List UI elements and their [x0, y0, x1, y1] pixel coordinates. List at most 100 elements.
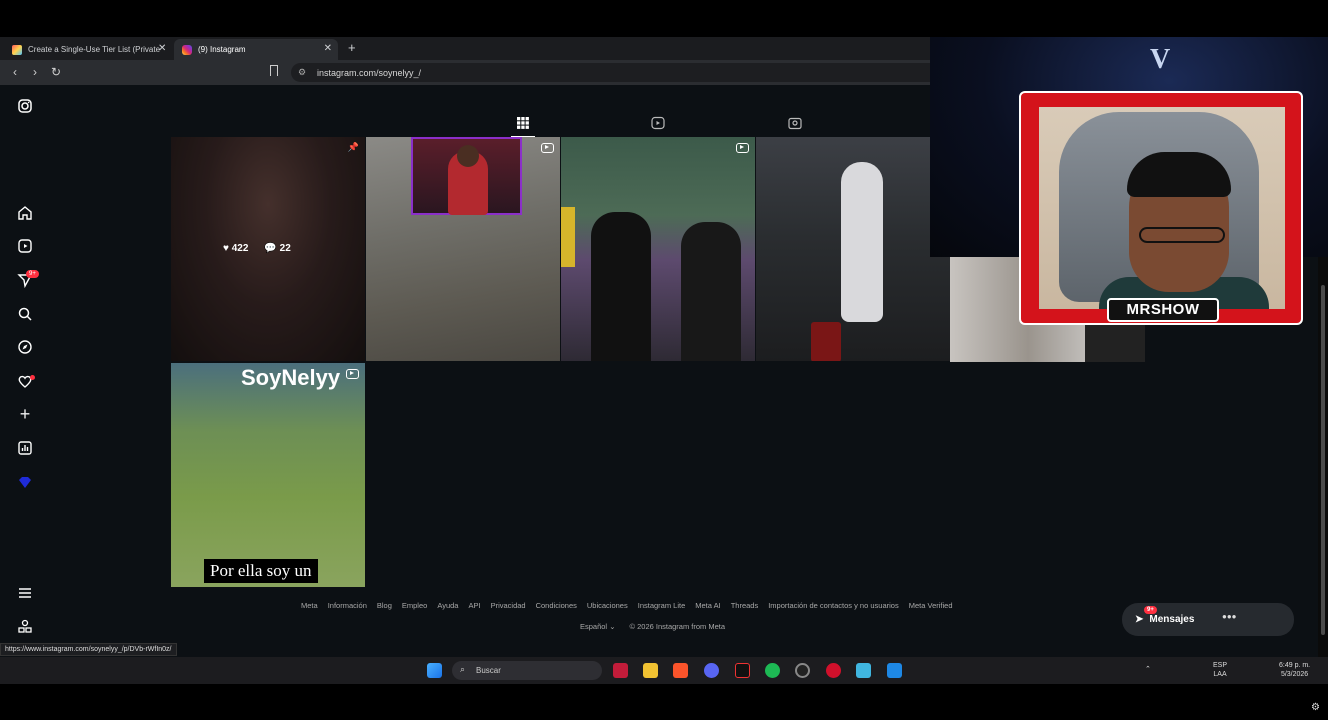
discord-icon[interactable]: [704, 663, 719, 678]
reload-icon[interactable]: ↻: [49, 65, 63, 79]
site-settings-icon[interactable]: ⚙: [298, 67, 306, 78]
footer-link[interactable]: Blog: [377, 601, 392, 610]
footer-link[interactable]: Threads: [731, 601, 759, 610]
notepad-icon[interactable]: [856, 663, 871, 678]
notification-dot: [30, 375, 35, 380]
new-tab-button[interactable]: +: [348, 40, 356, 55]
footer-link[interactable]: Meta: [301, 601, 318, 610]
tagged-tab-icon[interactable]: [788, 116, 802, 130]
webcam-frame: MRSHOW: [1019, 91, 1303, 325]
obs-icon[interactable]: [795, 663, 810, 678]
posts-grid-icon[interactable]: [511, 116, 535, 137]
address-bar[interactable]: ⚙ instagram.com/soynelyy_/: [291, 63, 930, 82]
taskbar-search[interactable]: ⌕ Buscar: [452, 661, 602, 680]
likes-count: ♥ 422: [223, 243, 249, 254]
footer-link[interactable]: Meta Verified: [909, 601, 953, 610]
tab-label: Create a Single-Use Tier List (Private: [28, 45, 161, 54]
direct-icon: ➤: [1135, 614, 1144, 625]
file-explorer-icon[interactable]: [643, 663, 658, 678]
dashboard-icon[interactable]: [17, 440, 33, 456]
footer-link[interactable]: Información: [328, 601, 367, 610]
webcam-feed: [1039, 107, 1285, 309]
footer-link[interactable]: Condiciones: [536, 601, 577, 610]
figure-shape: [681, 222, 741, 361]
comments-count: 💬 22: [264, 243, 291, 254]
streamer-cam-thumbnail: [411, 137, 522, 215]
tab-label: (9) Instagram: [198, 45, 246, 54]
menu-icon[interactable]: [17, 585, 33, 601]
copyright: © 2026 Instagram from Meta: [629, 622, 726, 631]
explore-icon[interactable]: [17, 339, 33, 355]
spotify-icon[interactable]: [765, 663, 780, 678]
footer-link[interactable]: Ubicaciones: [587, 601, 628, 610]
screen: Create a Single-Use Tier List (Private (…: [0, 0, 1328, 720]
search-icon: ⌕: [460, 664, 466, 674]
chevron-up-icon[interactable]: ⌃: [1145, 665, 1151, 674]
heart-icon: ♥: [223, 243, 229, 254]
clock[interactable]: 6:49 p. m. 5/3/2026: [1279, 661, 1310, 679]
close-tab-icon[interactable]: ✕: [158, 43, 166, 54]
create-icon[interactable]: +: [17, 405, 33, 423]
messages-button[interactable]: ➤ 9+ Mensajes ●●●: [1122, 603, 1294, 636]
direct-badge: 9+: [26, 270, 39, 278]
search-placeholder: Buscar: [476, 666, 501, 675]
profile-tabs: [171, 110, 930, 137]
post-6[interactable]: SoyNelyy Por ella soy un: [171, 363, 365, 587]
tier-list-favicon-icon: [12, 44, 22, 55]
message-avatars: ●●●: [1222, 612, 1237, 621]
pin-icon: 📌: [347, 142, 359, 152]
tab-tier-list[interactable]: Create a Single-Use Tier List (Private: [4, 39, 170, 60]
search-icon[interactable]: [17, 306, 33, 322]
footer-link[interactable]: Ayuda: [437, 601, 458, 610]
reel-icon: [346, 369, 359, 379]
footer-link[interactable]: Empleo: [402, 601, 427, 610]
reel-icon: [736, 143, 749, 153]
stream-logo: V: [1150, 44, 1171, 75]
post-1[interactable]: 📌 ♥ 422 💬 22: [171, 137, 365, 361]
post-3[interactable]: [561, 137, 755, 361]
chevron-down-icon: ⌄: [609, 622, 616, 631]
sidebar: 9+ +: [0, 85, 50, 657]
instagram-favicon-icon: [182, 44, 192, 55]
windows-start-icon[interactable]: [427, 663, 442, 678]
app-icon[interactable]: [735, 663, 750, 678]
messages-label: Mensajes: [1149, 614, 1195, 625]
head-shape: [457, 145, 479, 167]
browser-toolbar: ‹ › ↻ ⚙ instagram.com/soynelyy_/: [0, 60, 930, 85]
footer-link[interactable]: Importación de contactos y no usuarios: [768, 601, 899, 610]
more-icon[interactable]: [17, 618, 33, 634]
footer-link[interactable]: Meta AI: [695, 601, 720, 610]
profile-icon[interactable]: [17, 474, 33, 490]
scroll-thumb[interactable]: [1321, 285, 1325, 635]
suitcase-shape: [811, 322, 841, 361]
footer-links: Meta Información Blog Empleo Ayuda API P…: [301, 601, 953, 610]
close-tab-icon[interactable]: ✕: [324, 43, 332, 54]
footer-link[interactable]: Privacidad: [491, 601, 526, 610]
forward-icon[interactable]: ›: [28, 65, 42, 79]
footer-bottom: Español ⌄ © 2026 Instagram from Meta: [580, 622, 725, 631]
footer-link[interactable]: Instagram Lite: [638, 601, 686, 610]
instagram-icon[interactable]: [17, 98, 33, 114]
webcam-name-plate: MRSHOW: [1107, 298, 1219, 322]
home-icon[interactable]: [17, 205, 33, 221]
stripe-shape: [561, 207, 575, 267]
language-indicator[interactable]: ESP LAA: [1213, 661, 1227, 679]
tab-instagram[interactable]: (9) Instagram ✕: [174, 39, 338, 60]
gear-icon[interactable]: ⚙: [1311, 702, 1320, 713]
back-icon[interactable]: ‹: [8, 65, 22, 79]
bookmark-icon[interactable]: [270, 65, 278, 76]
app-icon[interactable]: [826, 663, 841, 678]
adobe-icon[interactable]: [613, 663, 628, 678]
post-2[interactable]: [366, 137, 560, 361]
post-4[interactable]: [756, 137, 950, 361]
glasses-shape: [1139, 227, 1225, 243]
photos-icon[interactable]: [887, 663, 902, 678]
figure-shape: [841, 162, 883, 322]
reels-icon[interactable]: [17, 238, 33, 254]
reels-tab-icon[interactable]: [651, 116, 665, 130]
reel-icon: [541, 143, 554, 153]
brave-browser-icon[interactable]: [673, 663, 688, 678]
footer-link[interactable]: API: [468, 601, 480, 610]
language-select[interactable]: Español ⌄: [580, 622, 616, 631]
hair-shape: [1127, 152, 1231, 197]
